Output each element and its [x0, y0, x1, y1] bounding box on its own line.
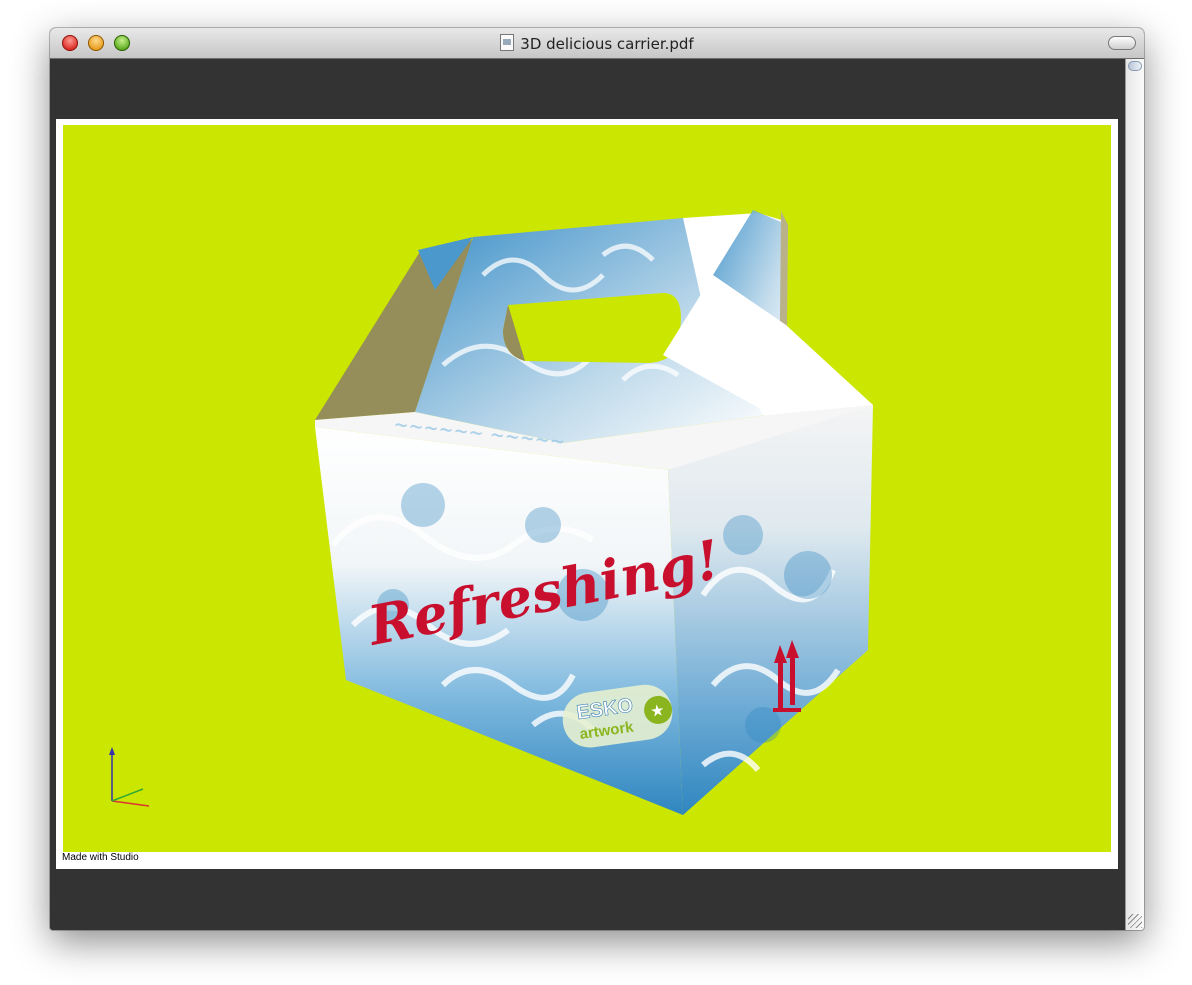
- resize-grip-icon[interactable]: [1128, 914, 1142, 928]
- pdf-page: ~~~~~~ ~~~~~ Refreshing! ESKO artwork ★ …: [56, 119, 1118, 869]
- svg-text:★: ★: [649, 700, 666, 721]
- 3d-carrier-box-model[interactable]: ~~~~~~ ~~~~~ Refreshing! ESKO artwork ★: [63, 125, 1111, 852]
- viewer-window: 3D delicious carrier.pdf ~~~~~~ ~~~~~ Re…: [50, 28, 1144, 930]
- title-bar[interactable]: 3D delicious carrier.pdf: [50, 28, 1144, 59]
- window-title: 3D delicious carrier.pdf: [50, 34, 1144, 53]
- toolbar-toggle-button[interactable]: [1108, 36, 1136, 50]
- 3d-axes-icon: [109, 747, 150, 807]
- 3d-viewport[interactable]: ~~~~~~ ~~~~~ Refreshing! ESKO artwork ★: [63, 125, 1111, 852]
- made-with-label: Made with Studio: [62, 852, 139, 863]
- window-title-text: 3D delicious carrier.pdf: [520, 35, 694, 53]
- scrollbar-thumb[interactable]: [1128, 61, 1142, 71]
- pdf-document-icon: [500, 34, 515, 51]
- document-area[interactable]: ~~~~~~ ~~~~~ Refreshing! ESKO artwork ★ …: [50, 59, 1125, 930]
- vertical-scrollbar[interactable]: [1125, 59, 1144, 930]
